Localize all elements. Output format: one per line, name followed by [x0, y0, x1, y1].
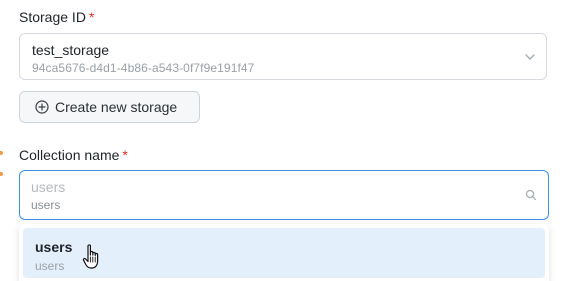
required-asterisk: * [122, 147, 128, 163]
create-new-storage-label: Create new storage [55, 99, 178, 115]
plus-circle-icon [35, 100, 49, 114]
storage-select[interactable]: test_storage 94ca5676-d4d1-4b86-a543-0f7… [19, 33, 547, 80]
storage-select-id: 94ca5676-d4d1-4b86-a543-0f7f9e191f47 [32, 61, 255, 75]
chevron-down-icon [525, 54, 535, 60]
collection-name-input-value[interactable]: users [31, 178, 65, 196]
collection-name-input[interactable]: users users [19, 170, 549, 220]
option-title: users [35, 239, 73, 255]
storage-id-label-text: Storage ID [19, 9, 86, 25]
collection-name-input-sub: users [31, 198, 61, 212]
side-marker [0, 172, 3, 176]
collection-name-label: Collection name * [19, 146, 128, 164]
storage-select-value: test_storage [32, 42, 110, 58]
search-icon [525, 189, 537, 201]
required-asterisk: * [88, 9, 95, 25]
create-new-storage-button[interactable]: Create new storage [19, 91, 200, 123]
side-marker [0, 151, 3, 155]
option-subtitle: users [35, 259, 65, 273]
storage-id-label: Storage ID * [19, 8, 94, 26]
hand-pointer-icon [82, 244, 99, 269]
form-panel: Storage ID * test_storage 94ca5676-d4d1-4… [0, 0, 564, 281]
collection-name-label-text: Collection name [19, 147, 120, 163]
